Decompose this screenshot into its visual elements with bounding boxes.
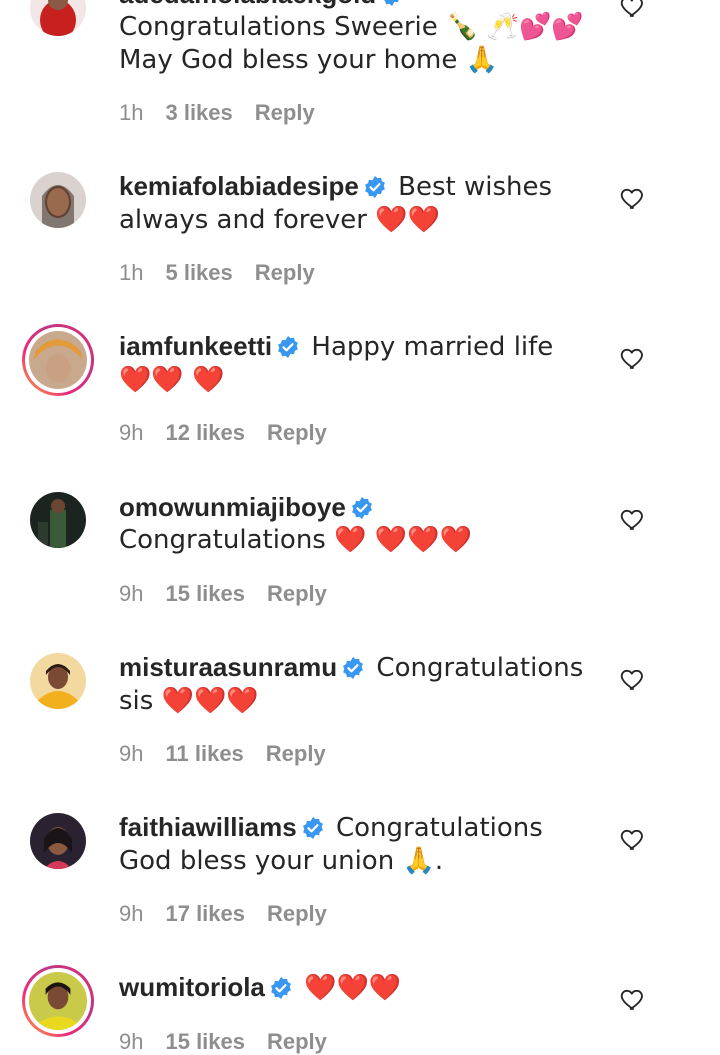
like-comment-button[interactable]: [619, 344, 647, 372]
comment-text: Congratulations Sweerie 🍾 🥂💕💕 May God bl…: [119, 12, 584, 75]
heart-outline-icon: [620, 348, 643, 369]
verified-badge-icon: [278, 336, 299, 358]
reply-button[interactable]: Reply: [267, 901, 327, 926]
story-ring: [22, 965, 94, 1037]
comment-likes[interactable]: 3 likes: [165, 100, 232, 125]
avatar-image: [29, 331, 87, 389]
comment-meta: 9h 11 likes Reply: [119, 741, 348, 767]
comment-time: 9h: [119, 901, 144, 926]
comment-time: 9h: [119, 1029, 144, 1054]
avatar[interactable]: [28, 490, 88, 550]
comment-likes[interactable]: 11 likes: [165, 741, 243, 766]
comment-likes[interactable]: 15 likes: [165, 581, 245, 606]
verified-badge-icon: [383, 0, 399, 6]
like-comment-button[interactable]: [619, 665, 647, 693]
story-ring: [22, 324, 94, 396]
comment-meta: 9h 12 likes Reply: [119, 420, 349, 446]
comment-username[interactable]: omowunmiajiboye: [119, 492, 346, 522]
avatar-image: [30, 653, 86, 709]
comment-likes[interactable]: 12 likes: [165, 420, 245, 445]
avatar-image: [30, 813, 86, 869]
comment-username[interactable]: faithiawilliams: [119, 812, 297, 842]
avatar[interactable]: [28, 170, 88, 230]
like-comment-button[interactable]: [619, 505, 647, 533]
comment-text: Congratulations ❤️ ❤️❤️❤️: [119, 525, 472, 555]
comment-meta: 9h 15 likes Reply: [119, 1029, 349, 1055]
avatar[interactable]: [22, 965, 94, 1037]
reply-button[interactable]: Reply: [267, 420, 327, 445]
comment-username[interactable]: kemiafolabiadesipe: [119, 171, 359, 201]
reply-button[interactable]: Reply: [255, 100, 315, 125]
reply-button[interactable]: Reply: [266, 741, 326, 766]
like-comment-button[interactable]: [619, 985, 647, 1013]
comment-username[interactable]: wumitoriola: [119, 972, 265, 1002]
heart-outline-icon: [620, 188, 643, 209]
comment-username[interactable]: adedamolablackgold: [119, 0, 376, 9]
like-comment-button[interactable]: [619, 825, 647, 853]
comment-meta: 9h 15 likes Reply: [119, 581, 349, 607]
heart-outline-icon: [620, 829, 643, 850]
verified-badge-icon: [343, 657, 364, 679]
avatar-image: [30, 492, 86, 548]
verified-badge-icon: [271, 977, 291, 999]
comment-meta: 1h 5 likes Reply: [119, 260, 337, 286]
heart-outline-icon: [620, 0, 643, 17]
comment-username[interactable]: misturaasunramu: [119, 652, 337, 682]
heart-outline-icon: [620, 509, 643, 530]
avatar[interactable]: [28, 811, 88, 871]
reply-button[interactable]: Reply: [255, 260, 315, 285]
verified-badge-icon: [351, 497, 372, 519]
like-comment-button[interactable]: [619, 184, 647, 212]
comment-time: 9h: [119, 741, 144, 766]
comment-time: 1h: [119, 260, 144, 285]
comment-time: 1h: [119, 100, 144, 125]
reply-button[interactable]: Reply: [267, 1029, 327, 1054]
avatar[interactable]: [28, 651, 88, 711]
verified-badge-icon: [302, 817, 323, 839]
comment-username[interactable]: iamfunkeetti: [119, 331, 272, 361]
verified-badge-icon: [364, 176, 385, 198]
comment-time: 9h: [119, 420, 144, 445]
comment-likes[interactable]: 17 likes: [165, 901, 245, 926]
avatar-image: [30, 172, 86, 228]
heart-outline-icon: [620, 989, 643, 1010]
avatar-image: [30, 0, 86, 36]
like-comment-button[interactable]: [619, 0, 647, 20]
comment-meta: 1h 3 likes Reply: [119, 100, 337, 126]
heart-outline-icon: [620, 669, 643, 690]
avatar[interactable]: [28, 0, 88, 38]
comment-time: 9h: [119, 581, 144, 606]
comment-meta: 9h 17 likes Reply: [119, 901, 349, 927]
avatar[interactable]: [22, 324, 94, 396]
reply-button[interactable]: Reply: [267, 581, 327, 606]
comment-text: ❤️❤️❤️: [304, 973, 402, 1003]
avatar-image: [29, 972, 87, 1030]
comment-likes[interactable]: 15 likes: [165, 1029, 245, 1054]
comment-likes[interactable]: 5 likes: [165, 260, 232, 285]
